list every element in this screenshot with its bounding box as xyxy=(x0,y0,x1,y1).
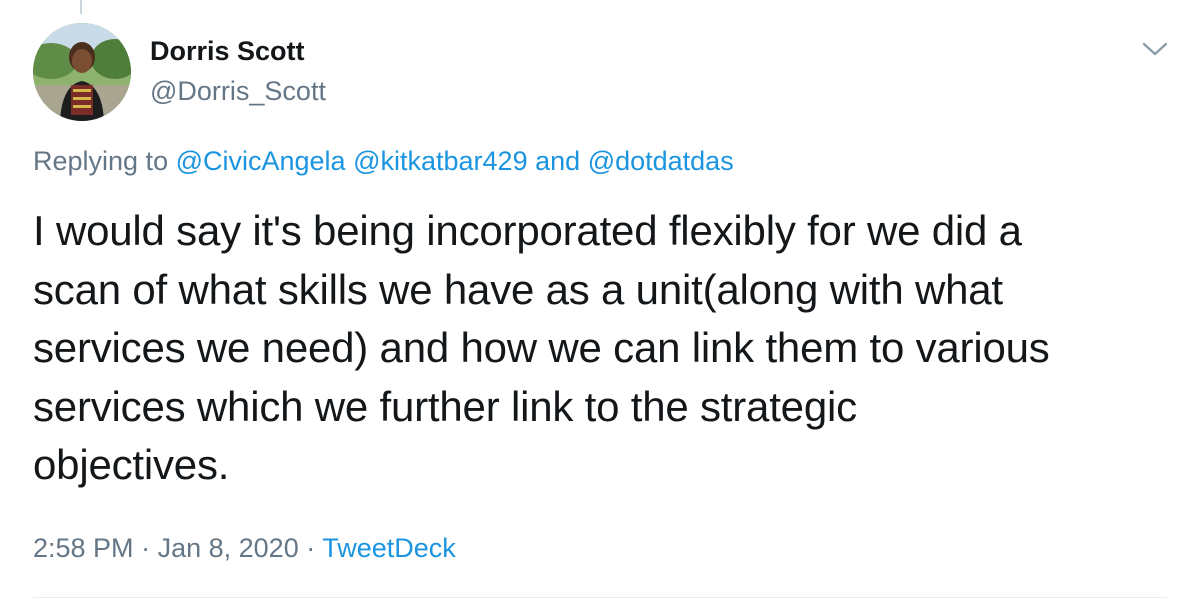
mention-link[interactable]: @kitkatbar429 xyxy=(353,146,528,176)
thread-connector-line xyxy=(80,0,82,14)
tweet-source-link[interactable]: TweetDeck xyxy=(322,533,456,563)
divider xyxy=(33,597,1167,598)
mention-link[interactable]: @dotdatdas xyxy=(588,146,734,176)
meta-separator: · xyxy=(141,533,151,563)
reply-conjunction: and xyxy=(535,146,581,176)
tweet-date[interactable]: Jan 8, 2020 xyxy=(158,533,299,563)
reply-prefix: Replying to xyxy=(33,146,176,176)
reply-context: Replying to @CivicAngela @kitkatbar429 a… xyxy=(33,146,734,177)
chevron-down-icon xyxy=(1142,42,1168,56)
author-handle[interactable]: @Dorris_Scott xyxy=(150,76,326,107)
mention-link[interactable]: @CivicAngela xyxy=(176,146,346,176)
meta-separator: · xyxy=(306,533,316,563)
tweet-meta: 2:58 PM · Jan 8, 2020 · TweetDeck xyxy=(33,533,456,564)
tweet-menu-button[interactable] xyxy=(1140,34,1170,64)
tweet-time[interactable]: 2:58 PM xyxy=(33,533,134,563)
author-avatar[interactable] xyxy=(33,23,131,121)
tweet-text: I would say it's being incorporated flex… xyxy=(33,207,1050,488)
author-name[interactable]: Dorris Scott xyxy=(150,36,305,67)
profile-photo-icon xyxy=(33,23,131,121)
